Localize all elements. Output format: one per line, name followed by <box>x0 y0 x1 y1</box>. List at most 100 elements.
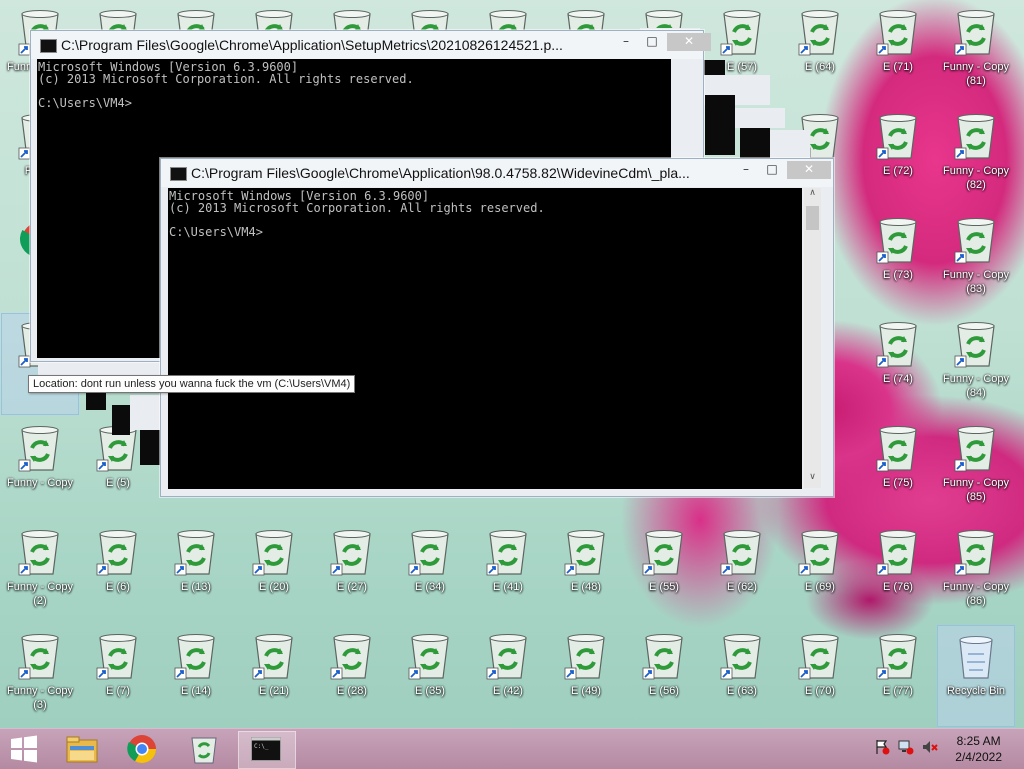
close-button[interactable]: ✕ <box>667 33 711 51</box>
recycle-bin-icon <box>954 114 995 160</box>
desktop-icon-label: E (28) <box>337 685 367 697</box>
recycle-bin-icon <box>798 634 839 680</box>
recycle-bin-icon <box>96 634 137 680</box>
vertical-scrollbar[interactable]: ∧ ∨ <box>804 188 821 488</box>
desktop-icon-label: E (14) <box>181 685 211 697</box>
recycle-bin-icon <box>252 634 293 680</box>
file-explorer-icon <box>66 736 98 763</box>
desktop-shortcut[interactable]: E (56) <box>626 626 702 726</box>
desktop-shortcut[interactable]: Funny - Copy (82) <box>938 106 1014 206</box>
desktop-shortcut[interactable]: E (71) <box>860 2 936 102</box>
volume-muted-icon[interactable] <box>922 739 938 755</box>
desktop-shortcut[interactable]: E (69) <box>782 522 858 622</box>
recycle-bin-icon <box>876 426 917 472</box>
minimize-button[interactable]: – <box>733 161 759 179</box>
chrome-icon <box>127 735 156 763</box>
desktop-shortcut[interactable]: E (63) <box>704 626 780 726</box>
window-ghost-trail <box>740 128 770 158</box>
title-bar[interactable]: C:\Program Files\Google\Chrome\Applicati… <box>31 31 711 59</box>
action-center-flag-icon[interactable] <box>874 739 890 755</box>
desktop-shortcut[interactable]: E (21) <box>236 626 312 726</box>
system-clock[interactable]: 8:25 AM 2/4/2022 <box>955 733 1002 765</box>
desktop-shortcut[interactable]: E (14) <box>158 626 234 726</box>
desktop-shortcut[interactable]: E (70) <box>782 626 858 726</box>
desktop-shortcut[interactable]: Funny - Copy (81) <box>938 2 1014 102</box>
recycle-bin-icon <box>191 737 217 764</box>
start-button[interactable] <box>0 731 48 767</box>
desktop-shortcut[interactable]: E (28) <box>314 626 390 726</box>
recycle-bin-icon <box>959 636 993 679</box>
recycle-bin-desktop-icon[interactable]: Recycle Bin <box>937 625 1015 727</box>
console-output[interactable]: Microsoft Windows [Version 6.3.9600] (c)… <box>168 188 802 489</box>
recycle-bin-icon <box>564 634 605 680</box>
desktop-shortcut[interactable]: Funny - Copy (84) <box>938 314 1014 414</box>
recycle-bin-icon <box>96 530 137 576</box>
desktop-icon-label: E (63) <box>727 685 757 697</box>
recycle-bin-icon <box>876 322 917 368</box>
close-button[interactable]: ✕ <box>787 161 831 179</box>
console-window-front[interactable]: C:\Program Files\Google\Chrome\Applicati… <box>160 158 834 497</box>
taskbar-file-explorer[interactable] <box>54 731 110 767</box>
desktop-shortcut[interactable]: E (76) <box>860 522 936 622</box>
desktop[interactable]: Funny - CopyE (57)E (64)E (71)Funny - Co… <box>0 0 1024 728</box>
desktop-shortcut[interactable]: E (75) <box>860 418 936 518</box>
desktop-shortcut[interactable]: E (41) <box>470 522 546 622</box>
desktop-shortcut[interactable]: Funny - Copy (86) <box>938 522 1014 622</box>
desktop-shortcut[interactable]: E (48) <box>548 522 624 622</box>
desktop-shortcut[interactable]: Funny - Copy <box>2 418 78 518</box>
desktop-shortcut[interactable]: E (6) <box>80 522 156 622</box>
recycle-bin-icon <box>954 218 995 264</box>
desktop-shortcut[interactable]: E (42) <box>470 626 546 726</box>
desktop-shortcut[interactable]: E (20) <box>236 522 312 622</box>
network-icon[interactable] <box>898 739 914 755</box>
window-title: C:\Program Files\Google\Chrome\Applicati… <box>61 37 563 53</box>
desktop-icon-label: Funny - Copy (3) <box>6 685 74 711</box>
desktop-shortcut[interactable]: E (73) <box>860 210 936 310</box>
desktop-icon-label: E (7) <box>106 685 130 697</box>
desktop-icon-label: E (74) <box>883 373 913 385</box>
desktop-shortcut[interactable]: Funny - Copy (83) <box>938 210 1014 310</box>
desktop-shortcut[interactable]: Funny - Copy (85) <box>938 418 1014 518</box>
maximize-button[interactable]: □ <box>639 33 665 51</box>
desktop-shortcut[interactable]: E (64) <box>782 2 858 102</box>
taskbar-chrome[interactable] <box>114 731 170 767</box>
desktop-shortcut[interactable]: E (74) <box>860 314 936 414</box>
svg-text:C:\_: C:\_ <box>254 743 269 750</box>
desktop-icon-label: Funny - Copy (85) <box>942 477 1010 503</box>
recycle-bin-icon <box>876 634 917 680</box>
maximize-button[interactable]: □ <box>759 161 785 179</box>
desktop-icon-label: Funny - Copy (86) <box>942 581 1010 607</box>
desktop-shortcut[interactable]: E (27) <box>314 522 390 622</box>
desktop-icon-label: Funny - Copy <box>6 477 74 489</box>
minimize-button[interactable]: – <box>613 33 639 51</box>
scrollbar-thumb[interactable] <box>806 206 819 230</box>
desktop-shortcut[interactable]: E (49) <box>548 626 624 726</box>
scroll-down-button[interactable]: ∨ <box>804 472 821 488</box>
desktop-shortcut[interactable]: E (72) <box>860 106 936 206</box>
recycle-bin-icon <box>954 530 995 576</box>
desktop-icon-label: E (5) <box>106 477 130 489</box>
desktop-shortcut[interactable]: E (55) <box>626 522 702 622</box>
recycle-bin-icon <box>252 530 293 576</box>
desktop-shortcut[interactable]: E (34) <box>392 522 468 622</box>
desktop-icon-label: E (49) <box>571 685 601 697</box>
desktop-icon-label: E (6) <box>106 581 130 593</box>
desktop-icon-label: E (73) <box>883 269 913 281</box>
desktop-icon-label: Funny - Copy (83) <box>942 269 1010 295</box>
desktop-icon-label: E (48) <box>571 581 601 593</box>
desktop-shortcut[interactable]: E (35) <box>392 626 468 726</box>
desktop-shortcut[interactable]: E (62) <box>704 522 780 622</box>
taskbar-recycle-bin[interactable] <box>176 731 232 767</box>
desktop-shortcut[interactable]: Funny - Copy (3) <box>2 626 78 726</box>
desktop-shortcut[interactable]: E (77) <box>860 626 936 726</box>
recycle-bin-icon <box>876 218 917 264</box>
desktop-shortcut[interactable]: E (7) <box>80 626 156 726</box>
scroll-up-button[interactable]: ∧ <box>804 188 821 204</box>
desktop-icon-label: Recycle Bin <box>946 685 1006 697</box>
desktop-icon-label: E (75) <box>883 477 913 489</box>
desktop-shortcut[interactable]: Funny - Copy (2) <box>2 522 78 622</box>
desktop-shortcut[interactable]: E (13) <box>158 522 234 622</box>
title-bar[interactable]: C:\Program Files\Google\Chrome\Applicati… <box>161 159 833 187</box>
taskbar-command-prompt[interactable]: C:\_ <box>238 731 296 769</box>
window-ghost-trail <box>112 405 130 435</box>
